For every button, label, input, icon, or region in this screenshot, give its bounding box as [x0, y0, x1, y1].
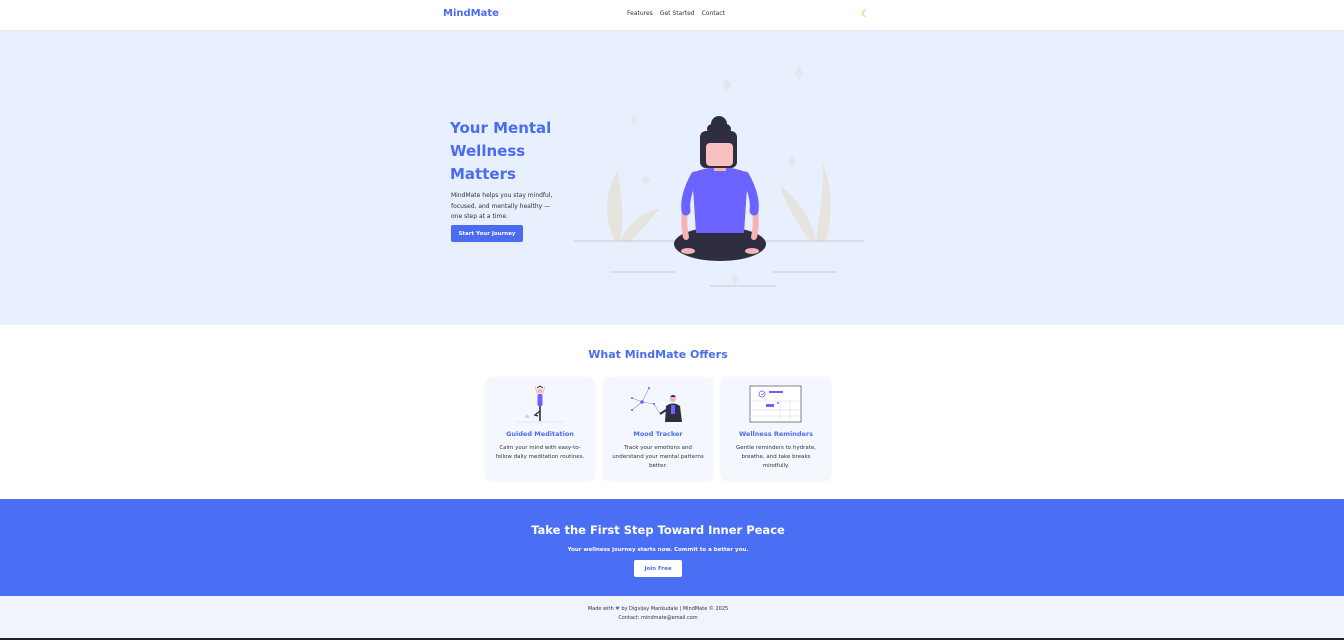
hero-description: MindMate helps you stay mindful, focused…	[451, 192, 553, 220]
moon-icon[interactable]: ☾	[861, 9, 870, 20]
card-title: Wellness Reminders	[738, 430, 814, 438]
cta-section: Take the First Step Toward Inner Peace Y…	[0, 499, 1344, 596]
hero-title: Your Mental Wellness Matters	[450, 119, 552, 183]
footer: Made with ♥ by Digvijay Mankudale | Mind…	[0, 596, 1344, 640]
cta-title: Take the First Step Toward Inner Peace	[531, 523, 785, 537]
feature-card-wellness-reminders: Wellness Reminders Gentle reminders to h…	[722, 378, 830, 479]
heart-icon: ♥	[615, 606, 620, 612]
card-title: Mood Tracker	[633, 430, 683, 438]
logo[interactable]: MindMate	[443, 8, 499, 19]
hero-section: Your Mental Wellness Matters MindMate he…	[0, 31, 1344, 325]
feature-card-guided-meditation: Guided Meditation Calm your mind with ea…	[486, 378, 594, 479]
features-title: What MindMate Offers	[588, 348, 728, 361]
yoga-pose-illustration	[516, 385, 564, 423]
card-title: Guided Meditation	[506, 430, 574, 438]
join-free-button[interactable]: Join Free	[634, 560, 682, 577]
footer-credit-line: Made with ♥ by Digvijay Mankudale | Mind…	[0, 606, 1316, 612]
reminders-illustration	[749, 385, 802, 423]
cta-subtitle: Your wellness journey starts now. Commit…	[567, 547, 749, 553]
footer-made-with: Made with	[587, 606, 614, 612]
nav-link-features[interactable]: Features	[627, 10, 653, 17]
meditating-woman-illustration	[573, 66, 864, 287]
footer-contact: Contact: mindmate@email.com	[618, 615, 698, 621]
footer-credit: by Digvijay Mankudale | MindMate © 2025	[621, 606, 729, 612]
card-text: Gentle reminders to hydrate, breathe, an…	[735, 445, 817, 469]
card-text: Calm your mind with easy-to-follow daily…	[495, 445, 585, 460]
feature-card-mood-tracker: Mood Tracker Track your emotions and und…	[604, 378, 712, 479]
start-journey-button[interactable]: Start Your Journey	[451, 225, 523, 242]
top-navbar: MindMate Features Get Started Contact ☾	[0, 0, 1344, 31]
nav-links: Features Get Started Contact	[627, 10, 725, 17]
mood-tracker-illustration	[631, 387, 682, 422]
card-text: Track your emotions and understand your …	[612, 445, 704, 469]
nav-link-get-started[interactable]: Get Started	[660, 10, 695, 17]
nav-link-contact[interactable]: Contact	[702, 10, 725, 17]
